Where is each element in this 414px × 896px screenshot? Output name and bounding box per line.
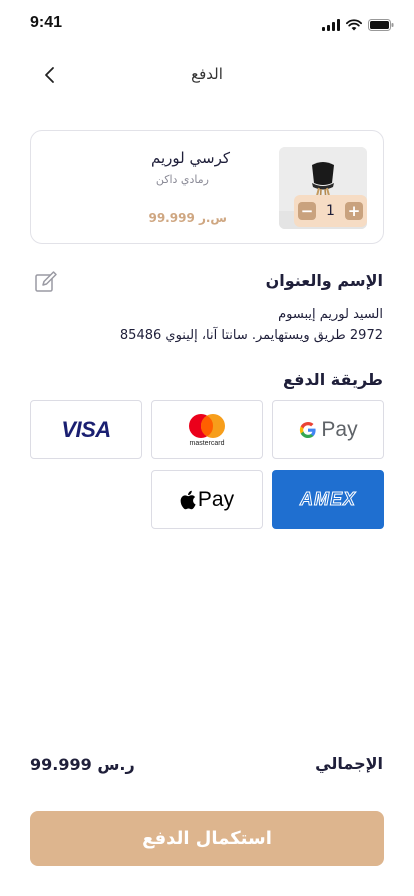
product-price: 99.999 س.ر [148,211,227,225]
wifi-icon [346,16,362,35]
mastercard-circles-icon [189,413,225,438]
amex-logo: AMEX [299,489,356,510]
product-variant: رمادي داكن [155,173,209,186]
google-pay-logo: Pay [298,417,358,442]
address-street: 2972 طريق ويستهايمر. سانتا آنا، إلينوي 8… [119,328,383,343]
payment-title: طريقة الدفع [283,370,383,389]
apple-icon [180,490,196,509]
status-time: 9:41 [30,14,63,31]
total-label: الإجمالي [315,754,383,773]
edit-icon [34,271,58,298]
payment-option-visa[interactable]: VISA [30,400,142,459]
visa-logo: VISA [61,416,111,442]
edit-address-button[interactable] [34,270,58,294]
total-value: 99.999 ر.س [30,755,135,774]
address-name: السيد لوريم إيبسوم [278,307,383,322]
product-card: كرسي لوريم رمادي داكن 99.999 س.ر − 1 + [30,130,384,244]
header: الدفع [0,56,414,96]
google-g-icon [300,421,317,438]
status-icons [322,16,394,35]
checkout-button[interactable]: استكمال الدفع [30,811,384,866]
applepay-label: Pay [197,487,235,511]
decrement-button[interactable]: − [298,202,316,220]
quantity-value: 1 [326,203,335,219]
mastercard-label: mastercard [189,439,225,447]
mastercard-logo: mastercard [187,413,227,447]
payment-option-applepay[interactable]: Pay [151,470,263,529]
gpay-label: Pay [321,417,358,441]
battery-icon [368,16,394,35]
payment-option-mastercard[interactable]: mastercard [151,400,263,459]
signal-icon [322,16,340,35]
increment-button[interactable]: + [344,202,363,220]
product-name: كرسي لوريم [151,149,230,167]
page-title: الدفع [191,65,223,83]
payment-option-amex[interactable]: AMEX [272,470,384,529]
quantity-stepper: − 1 + [294,195,367,227]
status-bar: 9:41 [0,0,414,48]
apple-pay-logo: Pay [180,488,234,512]
payment-option-gpay[interactable]: Pay [272,400,384,459]
address-title: الإسم والعنوان [265,271,383,290]
